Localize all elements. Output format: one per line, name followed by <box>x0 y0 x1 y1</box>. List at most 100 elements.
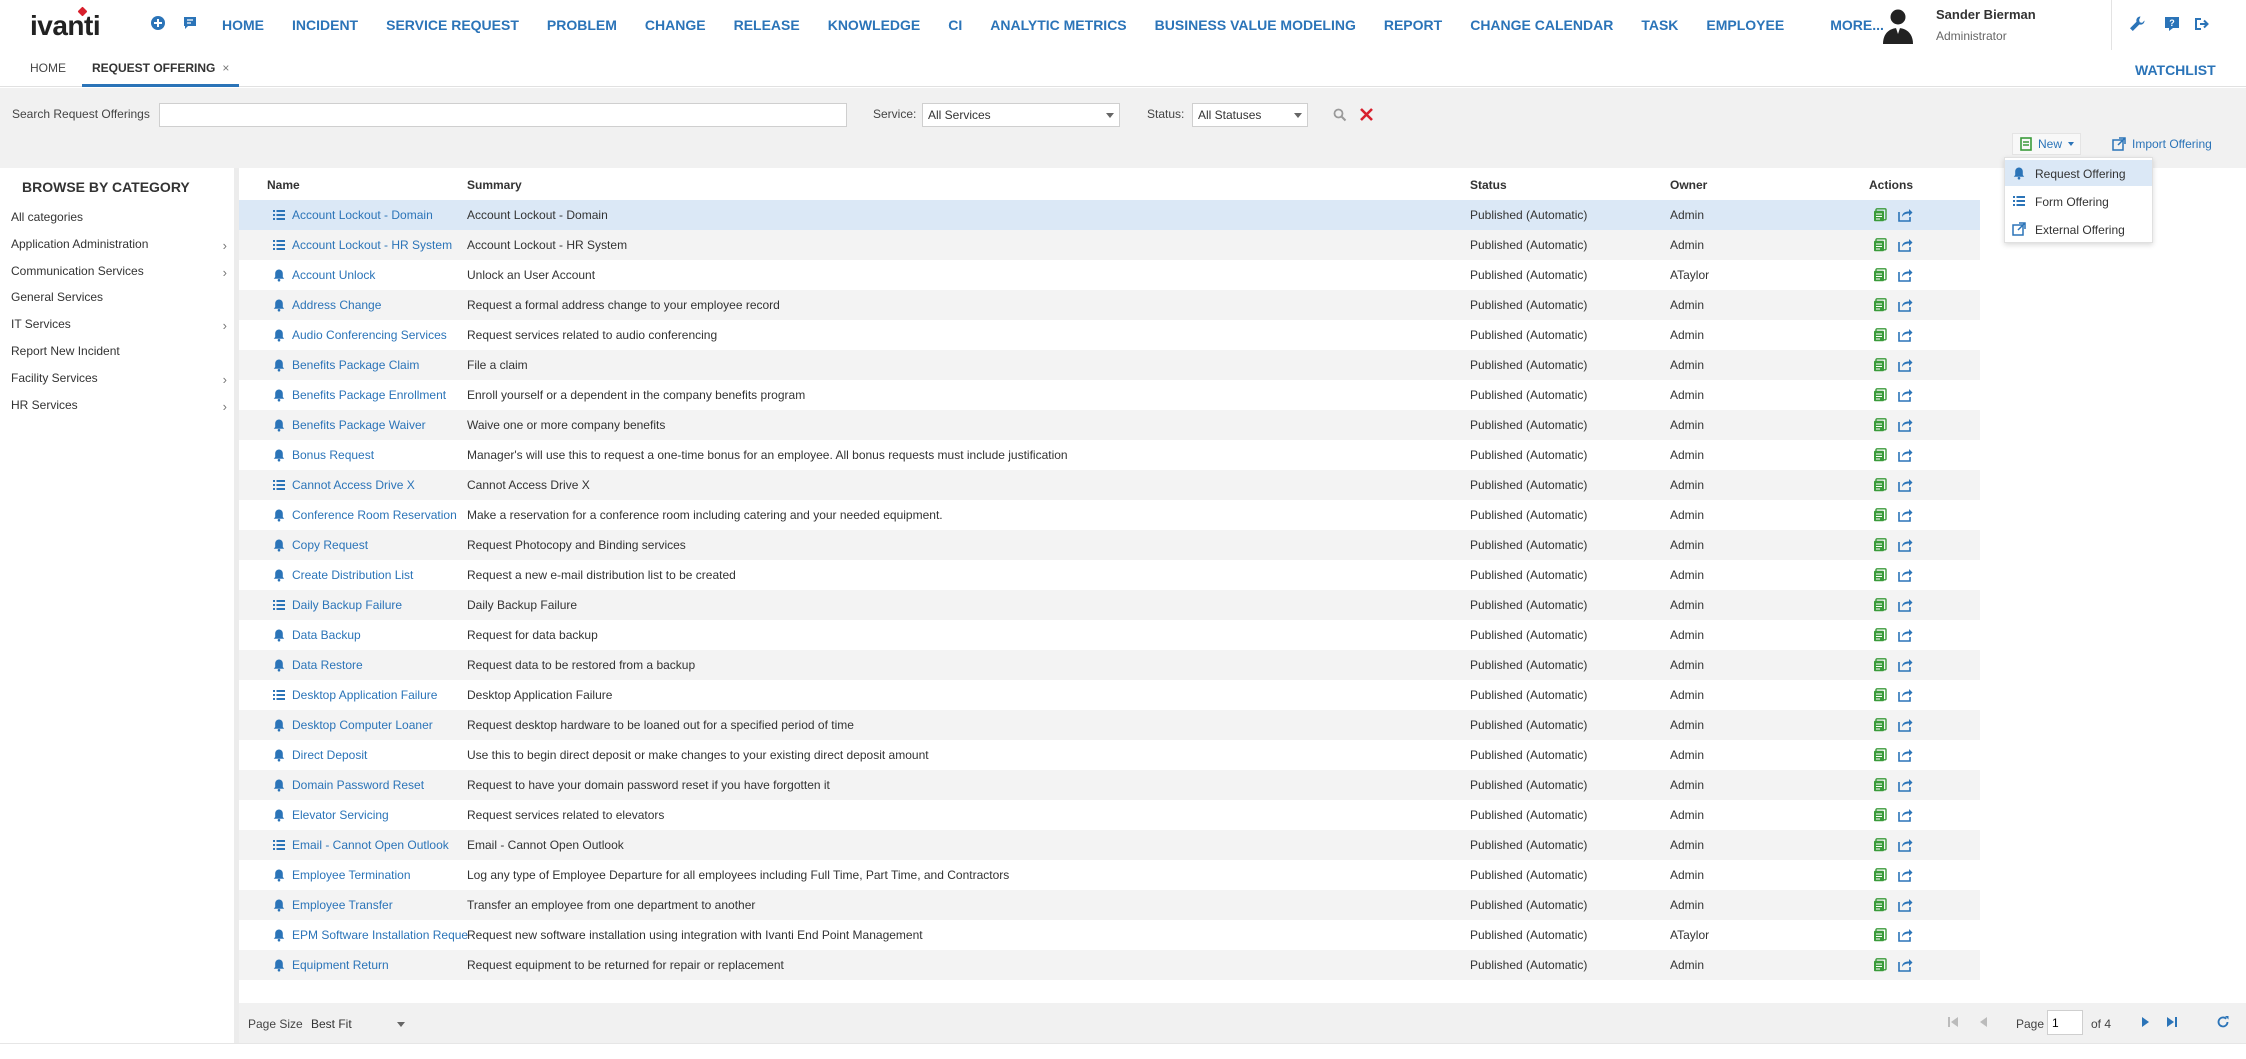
table-row[interactable]: Desktop Application Failure Desktop Appli… <box>239 680 1980 710</box>
table-row[interactable]: Benefits Package Enrollment Enroll yourse… <box>239 380 1980 410</box>
table-row[interactable]: Address Change Request a formal address c… <box>239 290 1980 320</box>
copy-offering-icon[interactable] <box>1873 898 1887 912</box>
table-row[interactable]: Employee Termination Log any type of Empl… <box>239 860 1980 890</box>
next-page-icon[interactable] <box>2139 1015 2153 1029</box>
status-filter-select[interactable]: All Statuses <box>1192 103 1308 127</box>
table-row[interactable]: Bonus Request Manager's will use this to … <box>239 440 1980 470</box>
table-row[interactable]: Benefits Package Waiver Waive one or more… <box>239 410 1980 440</box>
column-header-name[interactable]: Name <box>267 178 300 192</box>
chevron-right-icon[interactable]: › <box>223 265 227 280</box>
copy-offering-icon[interactable] <box>1873 508 1887 522</box>
share-offering-icon[interactable] <box>1898 238 1913 252</box>
table-row[interactable]: Equipment Return Request equipment to be … <box>239 950 1980 980</box>
share-offering-icon[interactable] <box>1898 748 1913 762</box>
offering-name-link[interactable]: Data Backup <box>292 628 468 642</box>
table-row[interactable]: Data Backup Request for data backup Publis… <box>239 620 1980 650</box>
table-row[interactable]: Account Unlock Unlock an User Account Publ… <box>239 260 1980 290</box>
copy-offering-icon[interactable] <box>1873 478 1887 492</box>
share-offering-icon[interactable] <box>1898 418 1913 432</box>
copy-offering-icon[interactable] <box>1873 268 1887 282</box>
category-item[interactable]: HR Services › <box>11 398 231 414</box>
copy-offering-icon[interactable] <box>1873 718 1887 732</box>
offering-name-link[interactable]: Elevator Servicing <box>292 808 468 822</box>
copy-offering-icon[interactable] <box>1873 538 1887 552</box>
first-page-icon[interactable] <box>1946 1015 1960 1029</box>
chat-icon[interactable] <box>182 15 198 31</box>
copy-offering-icon[interactable] <box>1873 778 1887 792</box>
copy-offering-icon[interactable] <box>1873 298 1887 312</box>
copy-offering-icon[interactable] <box>1873 418 1887 432</box>
share-offering-icon[interactable] <box>1898 808 1913 822</box>
offering-name-link[interactable]: Address Change <box>292 298 468 312</box>
copy-offering-icon[interactable] <box>1873 568 1887 582</box>
copy-offering-icon[interactable] <box>1873 598 1887 612</box>
category-item[interactable]: All categories <box>11 210 231 224</box>
offering-name-link[interactable]: Benefits Package Claim <box>292 358 468 372</box>
category-item[interactable]: Report New Incident <box>11 344 231 358</box>
share-offering-icon[interactable] <box>1898 448 1913 462</box>
copy-offering-icon[interactable] <box>1873 928 1887 942</box>
nav-item-incident[interactable]: INCIDENT <box>292 17 358 33</box>
category-item[interactable]: Facility Services › <box>11 371 231 387</box>
service-filter-select[interactable]: All Services <box>922 103 1120 127</box>
search-icon[interactable] <box>1333 108 1347 122</box>
copy-offering-icon[interactable] <box>1873 838 1887 852</box>
offering-name-link[interactable]: Audio Conferencing Services <box>292 328 468 342</box>
nav-item-analytic-metrics[interactable]: ANALYTIC METRICS <box>990 17 1126 33</box>
nav-item-business-value-modeling[interactable]: BUSINESS VALUE MODELING <box>1155 17 1356 33</box>
table-row[interactable]: Account Lockout - HR System Account Locko… <box>239 230 1980 260</box>
tab-request-offering[interactable]: REQUEST OFFERING × <box>82 50 240 87</box>
offering-name-link[interactable]: Benefits Package Waiver <box>292 418 468 432</box>
nav-item-service-request[interactable]: SERVICE REQUEST <box>386 17 519 33</box>
share-offering-icon[interactable] <box>1898 598 1913 612</box>
copy-offering-icon[interactable] <box>1873 328 1887 342</box>
nav-item-change[interactable]: CHANGE <box>645 17 706 33</box>
share-offering-icon[interactable] <box>1898 208 1913 222</box>
share-offering-icon[interactable] <box>1898 358 1913 372</box>
offering-name-link[interactable]: Benefits Package Enrollment <box>292 388 468 402</box>
share-offering-icon[interactable] <box>1898 928 1913 942</box>
column-header-owner[interactable]: Owner <box>1670 178 1707 192</box>
ivanti-logo[interactable]: ivanti <box>30 10 101 42</box>
offering-name-link[interactable]: Create Distribution List <box>292 568 468 582</box>
table-row[interactable]: Elevator Servicing Request services relat… <box>239 800 1980 830</box>
help-icon[interactable]: ? <box>2163 15 2181 33</box>
table-row[interactable]: Cannot Access Drive X Cannot Access Drive… <box>239 470 1980 500</box>
offering-name-link[interactable]: Email - Cannot Open Outlook <box>292 838 468 852</box>
share-offering-icon[interactable] <box>1898 898 1913 912</box>
copy-offering-icon[interactable] <box>1873 688 1887 702</box>
share-offering-icon[interactable] <box>1898 508 1913 522</box>
share-offering-icon[interactable] <box>1898 688 1913 702</box>
table-row[interactable]: Employee Transfer Transfer an employee fr… <box>239 890 1980 920</box>
copy-offering-icon[interactable] <box>1873 958 1887 972</box>
copy-offering-icon[interactable] <box>1873 748 1887 762</box>
close-tab-icon[interactable]: × <box>222 61 229 75</box>
offering-name-link[interactable]: Employee Termination <box>292 868 468 882</box>
nav-item-report[interactable]: REPORT <box>1384 17 1442 33</box>
offering-name-link[interactable]: EPM Software Installation Request <box>292 928 468 942</box>
offering-name-link[interactable]: Conference Room Reservation <box>292 508 468 522</box>
offering-name-link[interactable]: Daily Backup Failure <box>292 598 468 612</box>
chevron-right-icon[interactable]: › <box>223 399 227 414</box>
share-offering-icon[interactable] <box>1898 778 1913 792</box>
nav-item-problem[interactable]: PROBLEM <box>547 17 617 33</box>
column-header-status[interactable]: Status <box>1470 178 1507 192</box>
copy-offering-icon[interactable] <box>1873 358 1887 372</box>
table-row[interactable]: Benefits Package Claim File a claim Publis… <box>239 350 1980 380</box>
nav-item-change-calendar[interactable]: CHANGE CALENDAR <box>1470 17 1613 33</box>
copy-offering-icon[interactable] <box>1873 628 1887 642</box>
share-offering-icon[interactable] <box>1898 478 1913 492</box>
chevron-right-icon[interactable]: › <box>223 318 227 333</box>
offering-name-link[interactable]: Account Lockout - HR System <box>292 238 468 252</box>
copy-offering-icon[interactable] <box>1873 238 1887 252</box>
watchlist-link[interactable]: WATCHLIST <box>2135 62 2216 78</box>
search-input[interactable] <box>159 103 847 127</box>
share-offering-icon[interactable] <box>1898 628 1913 642</box>
offering-name-link[interactable]: Account Unlock <box>292 268 468 282</box>
copy-offering-icon[interactable] <box>1873 448 1887 462</box>
menu-item-external-offering[interactable]: External Offering <box>2005 216 2152 242</box>
share-offering-icon[interactable] <box>1898 328 1913 342</box>
wrench-icon[interactable] <box>2128 15 2146 33</box>
table-row[interactable]: EPM Software Installation Request Request… <box>239 920 1980 950</box>
copy-offering-icon[interactable] <box>1873 868 1887 882</box>
